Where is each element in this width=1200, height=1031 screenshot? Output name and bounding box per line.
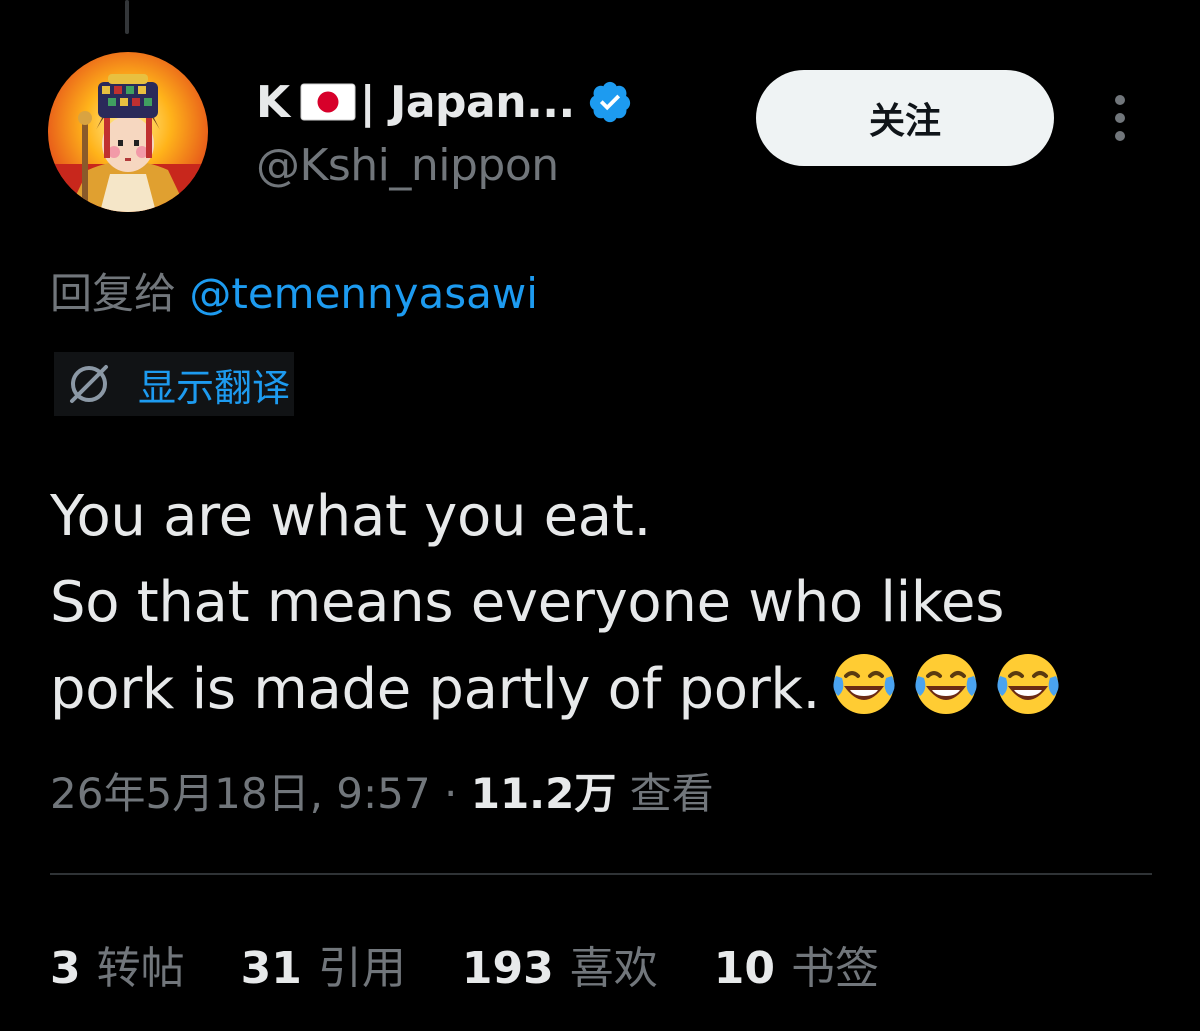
avatar[interactable] (48, 52, 208, 212)
avatar-image (48, 52, 208, 212)
reply-handle-link[interactable]: @temennyasawi (189, 269, 538, 318)
thread-connector-line (125, 0, 129, 34)
author-name-row[interactable]: K | Japan... (256, 72, 633, 132)
quotes-stat[interactable]: 31 引用 (241, 932, 406, 996)
verified-badge-icon[interactable] (587, 79, 633, 125)
japan-flag-icon (300, 83, 356, 121)
tweet-line-2: So that means everyone who likes (50, 570, 1005, 635)
tweet-line-1: You are what you eat. (50, 484, 651, 549)
bookmarks-label: 书签 (790, 943, 879, 994)
author-name-suffix: | Japan... (359, 76, 576, 128)
tweet-body: You are what you eat. So that means ever… (50, 474, 1160, 733)
bookmarks-count: 10 (713, 943, 775, 994)
follow-button[interactable]: 关注 (756, 70, 1054, 166)
views-label: 查看 (629, 769, 714, 818)
show-translation-button[interactable]: 显示翻译 (54, 352, 295, 416)
reposts-label: 转帖 (96, 943, 185, 994)
meta-separator: · (444, 769, 458, 818)
tears-of-joy-emoji (990, 646, 1066, 722)
author-handle[interactable]: @Kshi_nippon (256, 140, 559, 191)
tweet-timestamp[interactable]: 26年5月18日, 9:57 (50, 769, 431, 818)
likes-label: 喜欢 (569, 943, 658, 994)
translate-icon (62, 357, 116, 411)
reposts-count: 3 (50, 943, 81, 994)
bookmarks-stat[interactable]: 10 书签 (714, 932, 879, 996)
likes-count: 193 (461, 943, 554, 994)
reply-prefix-label: 回复给 (50, 269, 177, 318)
tweet-meta: 26年5月18日, 9:57 · 11.2万 查看 (50, 760, 714, 821)
tears-of-joy-emoji (826, 646, 902, 722)
likes-stat[interactable]: 193 喜欢 (462, 932, 658, 996)
author-name-prefix: K (256, 76, 290, 128)
tears-of-joy-emoji (908, 646, 984, 722)
quotes-label: 引用 (317, 943, 406, 994)
views-count: 11.2万 (470, 769, 617, 818)
more-vertical-icon[interactable] (1100, 88, 1140, 148)
reposts-stat[interactable]: 3 转帖 (50, 932, 185, 996)
reply-context: 回复给 @temennyasawi (50, 260, 538, 321)
quotes-count: 31 (240, 943, 302, 994)
engagement-stats: 3 转帖 31 引用 193 喜欢 10 书签 (50, 932, 935, 996)
divider (50, 873, 1152, 875)
show-translation-label: 显示翻译 (138, 365, 291, 410)
tweet-line-3: pork is made partly of pork. (50, 657, 821, 722)
